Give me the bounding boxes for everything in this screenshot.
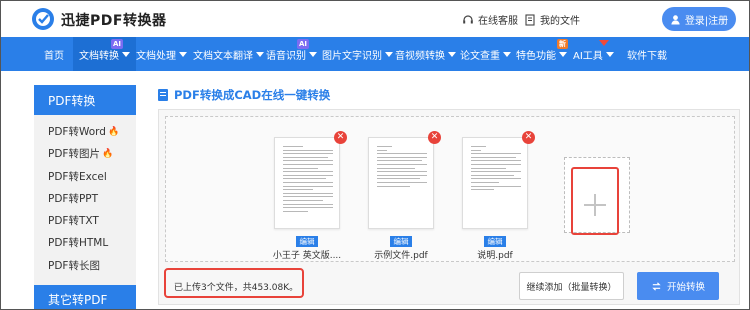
file-name: 说明.pdf — [477, 251, 513, 261]
nav-document-conversion[interactable]: 文档转换 — [73, 37, 136, 71]
upload-status-text: 已上传3个文件，共453.08K。 — [174, 283, 299, 293]
nav-image-ocr-label: 图片文字识别 — [322, 50, 382, 62]
nav-document-processing[interactable]: 文档处理 — [136, 37, 187, 71]
login-register-button[interactable]: 登录|注册 — [662, 7, 736, 31]
convert-icon — [652, 281, 661, 291]
new-badge: 新 — [557, 39, 568, 49]
nav-home[interactable]: 首页 — [44, 37, 64, 71]
sidebar-item-pdf-to-long-image[interactable]: PDF转长图 — [48, 258, 100, 273]
page: 迅捷PDF转换器 在线客服 我的文件 登录|注册 首页 文档转换 AI 文档处理… — [0, 0, 750, 310]
sidebar-title: PDF转换 — [34, 85, 136, 115]
sidebar-item-label: PDF转Word — [48, 126, 106, 138]
file-thumbnail — [274, 137, 340, 229]
nav-image-ocr[interactable]: 图片文字识别 — [322, 37, 393, 71]
document-icon — [158, 89, 168, 101]
page-title-text: PDF转换成CAD在线一键转换 — [174, 88, 331, 102]
sidebar-item-label: PDF转TXT — [48, 215, 99, 227]
upload-panel: ✕ 编辑 小王子 英文版.... ✕ 编辑 示例文件.pdf ✕ 编辑 说明.p… — [158, 109, 740, 305]
caret-down-icon — [448, 51, 456, 57]
fire-icon: 🔥 — [101, 148, 114, 159]
sidebar-item-pdf-to-ppt[interactable]: PDF转PPT — [48, 191, 98, 206]
start-conversion-label: 开始转换 — [666, 282, 705, 293]
caret-down-icon — [385, 51, 393, 57]
ai-badge: AI — [111, 39, 124, 49]
nav-special-features-label: 特色功能 — [516, 50, 556, 62]
page-preview — [283, 146, 333, 214]
fire-icon: 🔥 — [107, 126, 120, 137]
drop-zone[interactable]: ✕ 编辑 小王子 英文版.... ✕ 编辑 示例文件.pdf ✕ 编辑 说明.p… — [165, 116, 735, 262]
page-preview — [377, 146, 427, 189]
sidebar-item-pdf-to-word[interactable]: PDF转Word 🔥 — [48, 124, 119, 139]
caret-down-icon — [122, 51, 130, 57]
main-nav: 首页 文档转换 AI 文档处理 文档文本翻译 语音识别 AI 图片文字识别 音视… — [1, 37, 749, 71]
file-thumbnail — [462, 137, 528, 229]
file-name: 小王子 英文版.... — [272, 251, 342, 261]
sidebar-item-label: PDF转图片 — [48, 148, 100, 160]
app-logo-icon[interactable] — [31, 7, 55, 31]
nav-home-label: 首页 — [44, 50, 64, 62]
nav-document-processing-label: 文档处理 — [136, 50, 176, 62]
sidebar-item-pdf-to-image[interactable]: PDF转图片 🔥 — [48, 146, 113, 161]
customer-service-link[interactable]: 在线客服 — [462, 12, 518, 27]
sidebar-section-other-to-pdf[interactable]: 其它转PDF — [34, 285, 136, 309]
page-preview — [471, 146, 521, 193]
sidebar-item-label: PDF转PPT — [48, 193, 99, 205]
caret-down-icon — [559, 51, 567, 57]
file-name: 示例文件.pdf — [374, 251, 428, 261]
my-files-link[interactable]: 我的文件 — [524, 12, 580, 27]
sidebar-item-pdf-to-txt[interactable]: PDF转TXT — [48, 213, 99, 228]
edit-file-button[interactable]: 编辑 — [484, 236, 506, 247]
sidebar-item-pdf-to-excel[interactable]: PDF转Excel — [48, 169, 107, 184]
page-title: PDF转换成CAD在线一键转换 — [158, 87, 330, 103]
nav-software-download[interactable]: 软件下载 — [627, 37, 667, 71]
nav-av-conversion-label: 音视频转换 — [395, 50, 445, 62]
headset-icon — [463, 14, 473, 23]
hot-triangle-icon — [599, 40, 609, 46]
nav-plagiarism-check-label: 论文查重 — [460, 50, 500, 62]
caret-down-icon — [179, 51, 187, 57]
edit-file-button[interactable]: 编辑 — [296, 236, 318, 247]
sidebar-item-label: PDF转HTML — [48, 237, 109, 249]
user-icon — [671, 14, 680, 25]
remove-file-button[interactable]: ✕ — [522, 131, 535, 144]
sidebar: PDF转换 PDF转Word 🔥 PDF转图片 🔥 PDF转Excel PDF转… — [34, 85, 136, 309]
nav-text-translation[interactable]: 文档文本翻译 — [193, 37, 264, 71]
nav-av-conversion[interactable]: 音视频转换 — [395, 37, 456, 71]
brand-name[interactable]: 迅捷PDF转换器 — [61, 10, 166, 30]
caret-down-icon — [503, 51, 511, 57]
file-icon — [525, 13, 535, 26]
login-register-label: 登录|注册 — [684, 15, 729, 27]
start-conversion-button[interactable]: 开始转换 — [637, 272, 719, 300]
customer-service-label: 在线客服 — [478, 16, 518, 27]
my-files-label: 我的文件 — [540, 16, 580, 27]
caret-down-icon — [605, 51, 614, 57]
remove-file-button[interactable]: ✕ — [334, 131, 347, 144]
remove-file-button[interactable]: ✕ — [428, 131, 441, 144]
nav-ai-tools-label: AI工具 — [573, 50, 603, 62]
caret-down-icon — [256, 51, 264, 57]
sidebar-item-pdf-to-html[interactable]: PDF转HTML — [48, 235, 108, 250]
caret-down-icon — [309, 51, 317, 57]
nav-plagiarism-check[interactable]: 论文查重 — [460, 37, 511, 71]
sidebar-item-label: PDF转Excel — [48, 171, 107, 183]
top-header: 迅捷PDF转换器 在线客服 我的文件 登录|注册 — [1, 1, 749, 37]
nav-software-download-label: 软件下载 — [627, 50, 667, 62]
continue-add-button[interactable]: 继续添加（批量转换） — [519, 272, 624, 300]
plus-icon — [594, 194, 596, 216]
sidebar-item-label: PDF转长图 — [48, 260, 100, 272]
file-thumbnail — [368, 137, 434, 229]
nav-text-translation-label: 文档文本翻译 — [193, 50, 253, 62]
edit-file-button[interactable]: 编辑 — [390, 236, 412, 247]
ai-badge: AI — [297, 39, 310, 49]
nav-speech-recognition[interactable]: 语音识别 — [266, 37, 317, 71]
